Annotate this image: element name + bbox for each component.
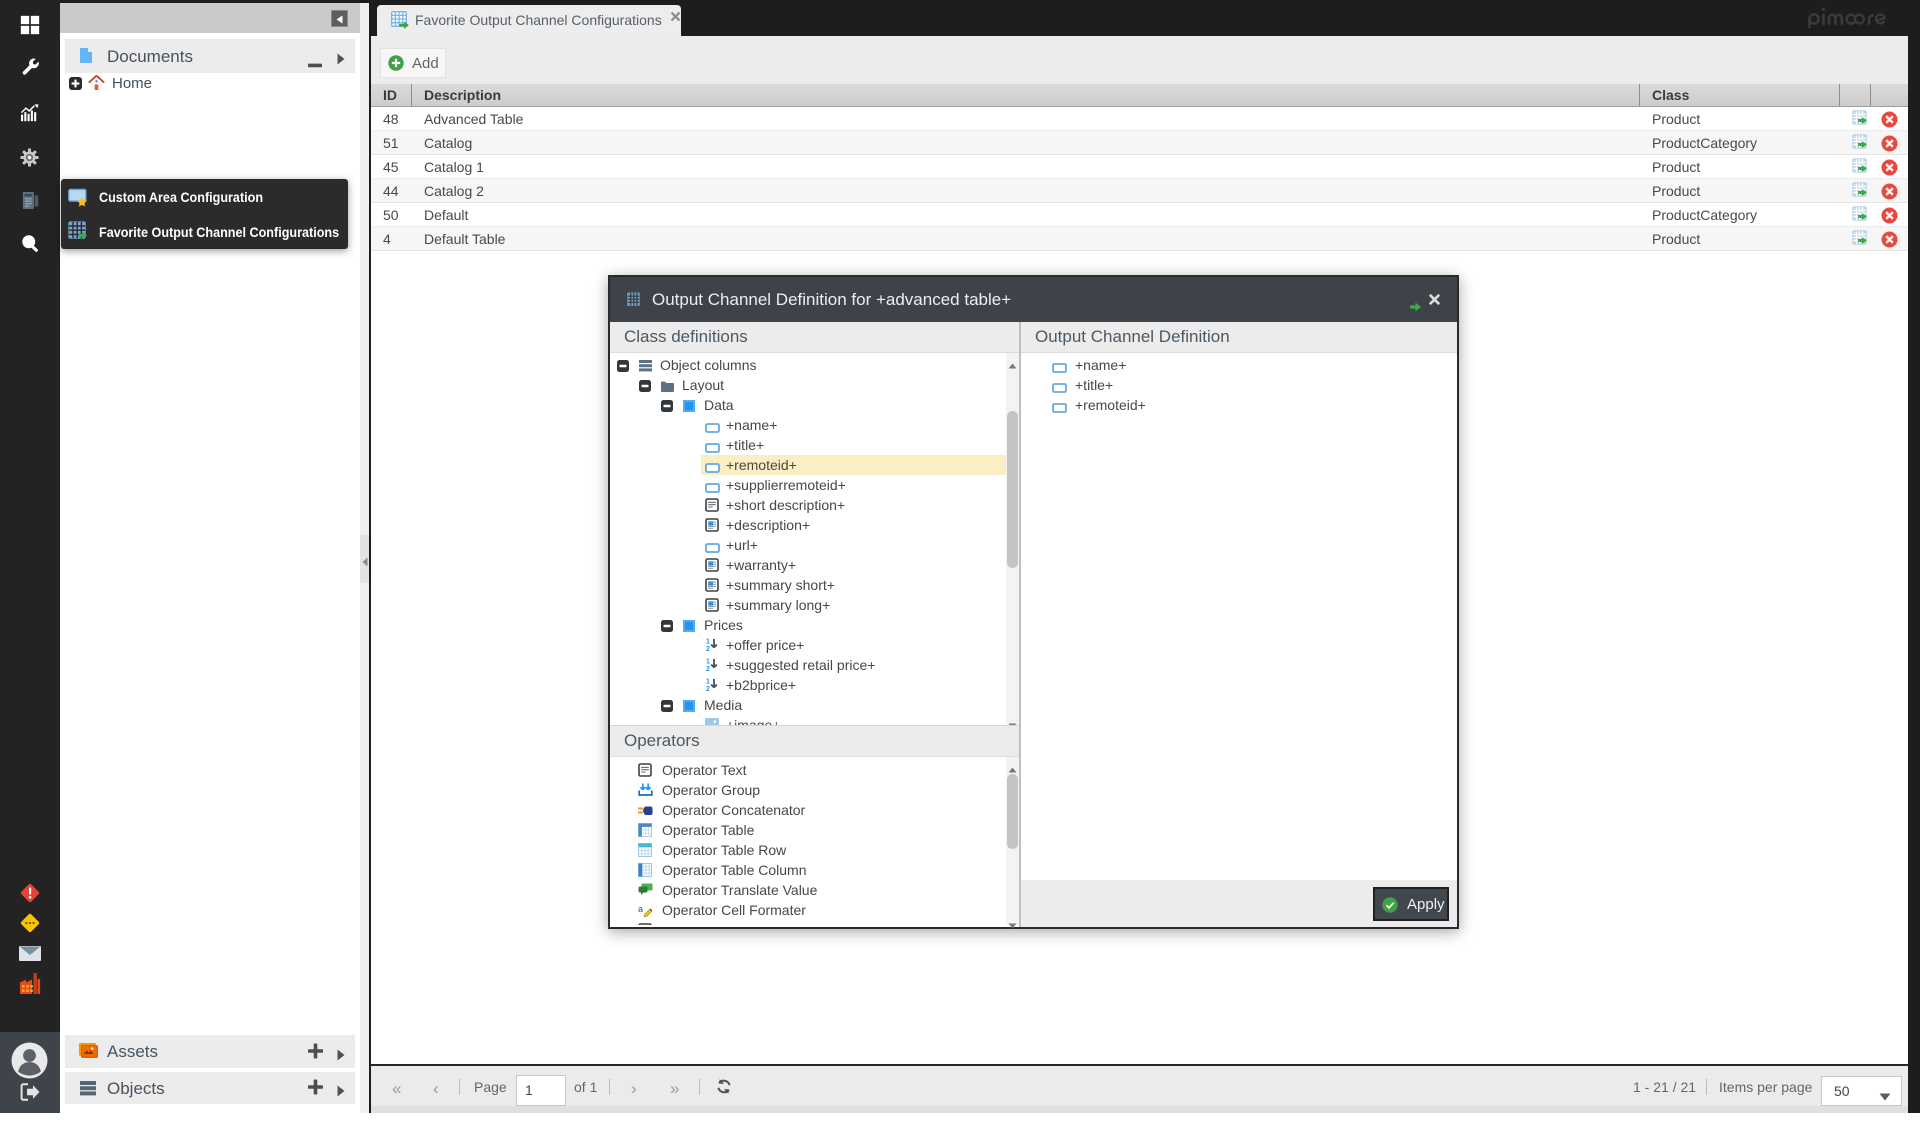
svg-text:2: 2 (706, 666, 710, 672)
svg-text:2: 2 (706, 686, 710, 692)
svg-text:a: a (638, 904, 644, 914)
svg-text:1: 1 (706, 639, 710, 646)
svg-text:2: 2 (706, 646, 710, 652)
svg-text:1: 1 (706, 679, 710, 686)
svg-text:1: 1 (706, 659, 710, 666)
